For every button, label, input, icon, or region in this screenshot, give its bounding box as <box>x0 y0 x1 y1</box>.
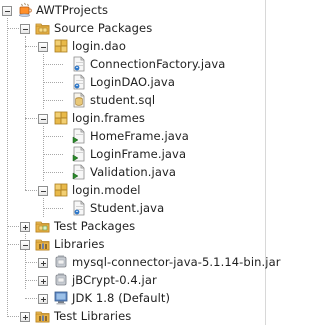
tree-node-home-frame[interactable]: HomeFrame.java <box>0 127 262 145</box>
expand-toggle[interactable] <box>38 276 48 286</box>
expand-toggle[interactable] <box>38 114 48 124</box>
test-folder-icon <box>35 218 51 234</box>
expand-toggle[interactable] <box>2 6 12 16</box>
java-runnable-class-icon <box>71 146 87 162</box>
tree-node-jdk[interactable]: JDK 1.8 (Default) <box>0 289 262 307</box>
tree-node-test-packages[interactable]: Test Packages <box>0 217 262 235</box>
tree-node-label: login.model <box>72 183 141 197</box>
tree-node-label: Source Packages <box>54 21 153 35</box>
tree-node-label: jBCrypt-0.4.jar <box>72 273 157 287</box>
expand-toggle[interactable] <box>38 186 48 196</box>
java-runnable-class-icon <box>71 128 87 144</box>
project-coffee-cup-icon <box>17 2 33 18</box>
tree-node-label: Libraries <box>54 237 105 251</box>
tree-node-student-sql[interactable]: student.sql <box>0 91 262 109</box>
jdk-icon <box>53 290 69 306</box>
expand-toggle[interactable] <box>20 312 30 322</box>
expand-toggle[interactable] <box>20 222 30 232</box>
tree-node-label: JDK 1.8 (Default) <box>72 291 171 305</box>
expand-toggle[interactable] <box>20 24 30 34</box>
libraries-folder-icon <box>35 308 51 324</box>
java-class-icon <box>71 200 87 216</box>
tree-node-login-frames[interactable]: login.frames <box>0 109 262 127</box>
tree-node-jbcrypt[interactable]: jBCrypt-0.4.jar <box>0 271 262 289</box>
tree-node-project[interactable]: AWTProjects <box>0 1 262 19</box>
jar-icon <box>53 254 69 270</box>
source-folder-icon <box>35 20 51 36</box>
package-icon <box>53 182 69 198</box>
tree-node-label: Test Libraries <box>54 309 132 323</box>
tree-node-label: Validation.java <box>90 165 177 179</box>
tree-node-login-frame[interactable]: LoginFrame.java <box>0 145 262 163</box>
tree-node-label: login.dao <box>72 39 126 53</box>
tree-node-student-java[interactable]: Student.java <box>0 199 262 217</box>
tree-node-mysql-connector[interactable]: mysql-connector-java-5.1.14-bin.jar <box>0 253 280 271</box>
tree-node-label: mysql-connector-java-5.1.14-bin.jar <box>72 255 281 269</box>
tree-node-libraries[interactable]: Libraries <box>0 235 262 253</box>
tree-node-label: LoginFrame.java <box>90 147 187 161</box>
tree-node-label: ConnectionFactory.java <box>90 57 226 71</box>
tree-node-label: AWTProjects <box>36 3 109 17</box>
expand-toggle[interactable] <box>20 240 30 250</box>
java-runnable-class-icon <box>71 164 87 180</box>
expand-toggle[interactable] <box>38 258 48 268</box>
tree-node-label: Student.java <box>90 201 165 215</box>
package-icon <box>53 38 69 54</box>
tree-node-login-dao[interactable]: login.dao <box>0 37 262 55</box>
jar-icon <box>53 272 69 288</box>
tree-node-label: login.frames <box>72 111 145 125</box>
project-tree: AWTProjects Source Packages login.dao Co… <box>0 0 280 325</box>
tree-node-test-libraries[interactable]: Test Libraries <box>0 307 262 325</box>
java-class-icon <box>71 74 87 90</box>
tree-node-login-model[interactable]: login.model <box>0 181 262 199</box>
tree-node-label: LoginDAO.java <box>90 75 175 89</box>
tree-node-validation[interactable]: Validation.java <box>0 163 262 181</box>
expand-toggle[interactable] <box>38 294 48 304</box>
tree-node-label: Test Packages <box>54 219 136 233</box>
tree-node-source-packages[interactable]: Source Packages <box>0 19 262 37</box>
tree-node-login-dao-java[interactable]: LoginDAO.java <box>0 73 262 91</box>
java-class-icon <box>71 56 87 72</box>
sql-file-icon <box>71 92 87 108</box>
libraries-folder-icon <box>35 236 51 252</box>
tree-node-connection-factory[interactable]: ConnectionFactory.java <box>0 55 262 73</box>
tree-node-label: HomeFrame.java <box>90 129 189 143</box>
tree-node-label: student.sql <box>90 93 156 107</box>
package-icon <box>53 110 69 126</box>
expand-toggle[interactable] <box>38 42 48 52</box>
